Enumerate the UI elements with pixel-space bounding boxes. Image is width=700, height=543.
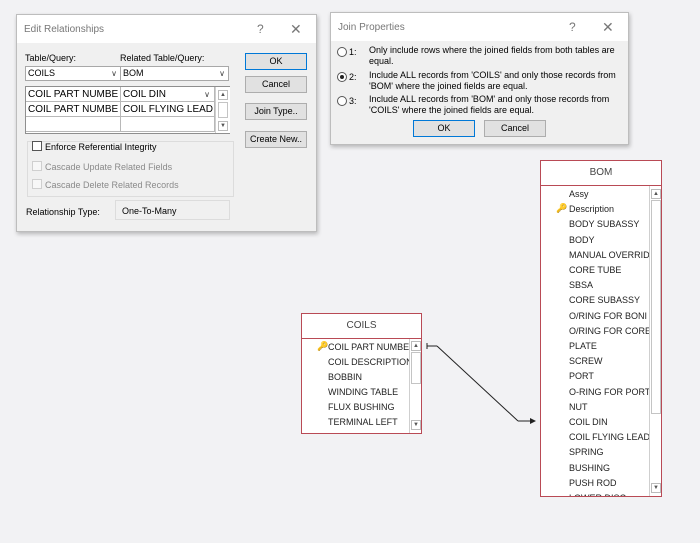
relationship-line[interactable] — [0, 0, 700, 543]
